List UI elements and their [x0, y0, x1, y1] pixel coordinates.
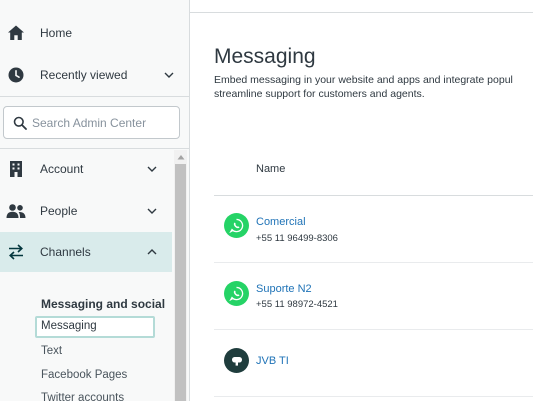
sub-item-twitter-accounts[interactable]: Twitter accounts — [41, 392, 124, 401]
sidebar-divider — [0, 96, 189, 97]
clock-icon — [6, 65, 26, 85]
table-row: JVB TI — [214, 330, 533, 396]
table-row: Suporte N2 +55 11 98972-4521 — [214, 263, 533, 329]
arrows-swap-icon — [6, 242, 26, 262]
channel-phone: +55 11 96499-8306 — [256, 233, 338, 244]
sub-item-messaging[interactable]: Messaging — [35, 316, 155, 338]
nav-home-label: Home — [40, 26, 73, 40]
chevron-down-icon — [163, 69, 175, 81]
search-input[interactable] — [32, 113, 177, 133]
nav-account[interactable]: Account — [0, 149, 189, 189]
nav-people-label: People — [40, 204, 78, 218]
channel-name-link[interactable]: Comercial — [256, 216, 306, 228]
chevron-down-icon — [146, 163, 158, 175]
page-description-line: Embed messaging in your website and apps… — [214, 74, 513, 86]
main-content: Messaging Embed messaging in your websit… — [190, 0, 533, 401]
sidebar: Home Recently viewed Account People — [0, 0, 190, 401]
building-icon — [6, 159, 26, 179]
whatsapp-icon — [224, 213, 249, 238]
people-icon — [5, 201, 27, 221]
channel-name-link[interactable]: Suporte N2 — [256, 283, 312, 295]
search-icon — [13, 116, 27, 130]
nav-home[interactable]: Home — [0, 13, 189, 53]
search-box[interactable] — [3, 106, 180, 139]
nav-channels-label: Channels — [40, 245, 91, 259]
home-icon — [6, 23, 26, 43]
page-title: Messaging — [214, 45, 316, 68]
table-row: Comercial +55 11 96499-8306 — [214, 196, 533, 262]
scroll-up-arrow-icon[interactable] — [174, 150, 187, 163]
nav-people[interactable]: People — [0, 191, 189, 231]
whatsapp-icon — [224, 281, 249, 306]
header-divider — [190, 12, 533, 13]
nav-recently-viewed[interactable]: Recently viewed — [0, 55, 189, 95]
sidebar-scrollbar[interactable] — [174, 150, 187, 401]
page-description-line: streamline support for customers and age… — [214, 88, 425, 100]
nav-recently-viewed-label: Recently viewed — [40, 68, 128, 82]
page-description: Embed messaging in your website and apps… — [214, 73, 533, 101]
nav-channels[interactable]: Channels — [0, 232, 172, 272]
column-header-name[interactable]: Name — [256, 163, 285, 175]
channel-phone: +55 11 98972-4521 — [256, 299, 338, 310]
channel-name-link[interactable]: JVB TI — [256, 355, 289, 367]
messaging-social-heading: Messaging and social — [41, 297, 166, 311]
chevron-down-icon — [146, 205, 158, 217]
nav-account-label: Account — [40, 162, 84, 176]
sub-item-text[interactable]: Text — [41, 345, 62, 357]
web-widget-icon — [224, 348, 249, 373]
row-divider — [214, 396, 533, 397]
sub-item-facebook-pages[interactable]: Facebook Pages — [41, 369, 127, 381]
scroll-thumb[interactable] — [175, 164, 186, 401]
chevron-up-icon — [146, 246, 158, 258]
